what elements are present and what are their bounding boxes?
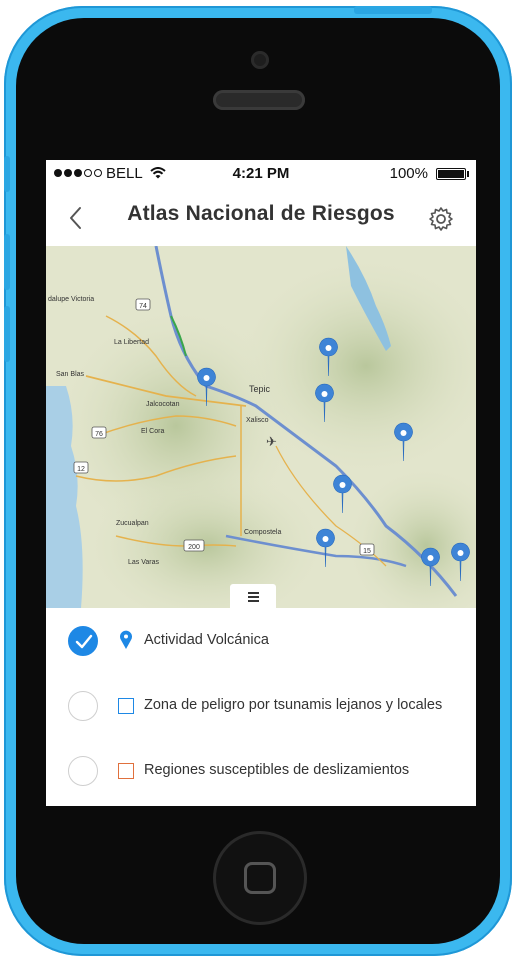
place-label: dalupe Victoria — [48, 296, 94, 303]
place-label: El Cora — [141, 428, 164, 435]
app-screen: BELL 4:21 PM 100% Atlas Nacional de Ries… — [46, 160, 476, 806]
square-outline-icon — [118, 763, 134, 779]
checkbox-unchecked[interactable] — [68, 691, 98, 721]
place-label: Xalisco — [246, 417, 269, 424]
layer-row-volcanic[interactable]: Actividad Volcánica — [46, 608, 476, 673]
layer-label: Actividad Volcánica — [144, 632, 269, 648]
road-shield: 15 — [363, 548, 371, 555]
airport-icon: ✈ — [266, 434, 277, 449]
place-label: Las Varas — [128, 559, 159, 566]
hazard-map[interactable]: dalupe Victoria La Libertad San Blas Jal… — [46, 246, 476, 608]
square-outline-icon — [118, 698, 134, 714]
volume-down-button — [4, 306, 10, 362]
layer-label: Zona de peligro por tsunamis lejanos y l… — [144, 697, 443, 713]
place-label: Zucualpan — [116, 520, 149, 527]
earpiece-speaker — [213, 90, 305, 110]
layer-row-tsunami[interactable]: Zona de peligro por tsunamis lejanos y l… — [46, 673, 476, 738]
layer-label: Regiones susceptibles de deslizamientos — [144, 762, 410, 778]
front-camera — [251, 51, 269, 69]
road-shield: 200 — [188, 544, 200, 551]
volume-up-button — [4, 234, 10, 290]
checkbox-unchecked[interactable] — [68, 756, 98, 786]
place-label: San Blas — [56, 371, 85, 378]
place-label: Compostela — [244, 529, 281, 536]
nav-bar: Atlas Nacional de Riesgos — [46, 188, 476, 246]
place-label: Tepic — [249, 384, 271, 394]
menu-icon — [248, 592, 259, 604]
road-shield: 76 — [95, 431, 103, 438]
home-button[interactable] — [213, 831, 307, 925]
place-label: Jalcocotan — [146, 401, 180, 408]
checkbox-checked[interactable] — [68, 626, 98, 656]
layer-row-landslides[interactable]: Regiones susceptibles de deslizamientos — [46, 738, 476, 803]
road-shield: 74 — [139, 303, 147, 310]
checkmark-icon — [75, 634, 93, 649]
mute-switch — [4, 156, 10, 192]
road-shield: 12 — [77, 466, 85, 473]
place-label: La Libertad — [114, 339, 149, 346]
battery-percent: 100% — [389, 165, 428, 182]
layer-list: Actividad Volcánica Zona de peligro por … — [46, 608, 476, 803]
gear-icon[interactable] — [428, 206, 454, 232]
drawer-handle[interactable] — [230, 584, 276, 608]
location-pin-icon — [120, 630, 132, 649]
page-title: Atlas Nacional de Riesgos — [127, 202, 395, 225]
status-bar: BELL 4:21 PM 100% — [46, 160, 476, 188]
battery-icon — [436, 168, 466, 180]
map-canvas: dalupe Victoria La Libertad San Blas Jal… — [46, 246, 476, 608]
sleep-button — [354, 6, 432, 14]
